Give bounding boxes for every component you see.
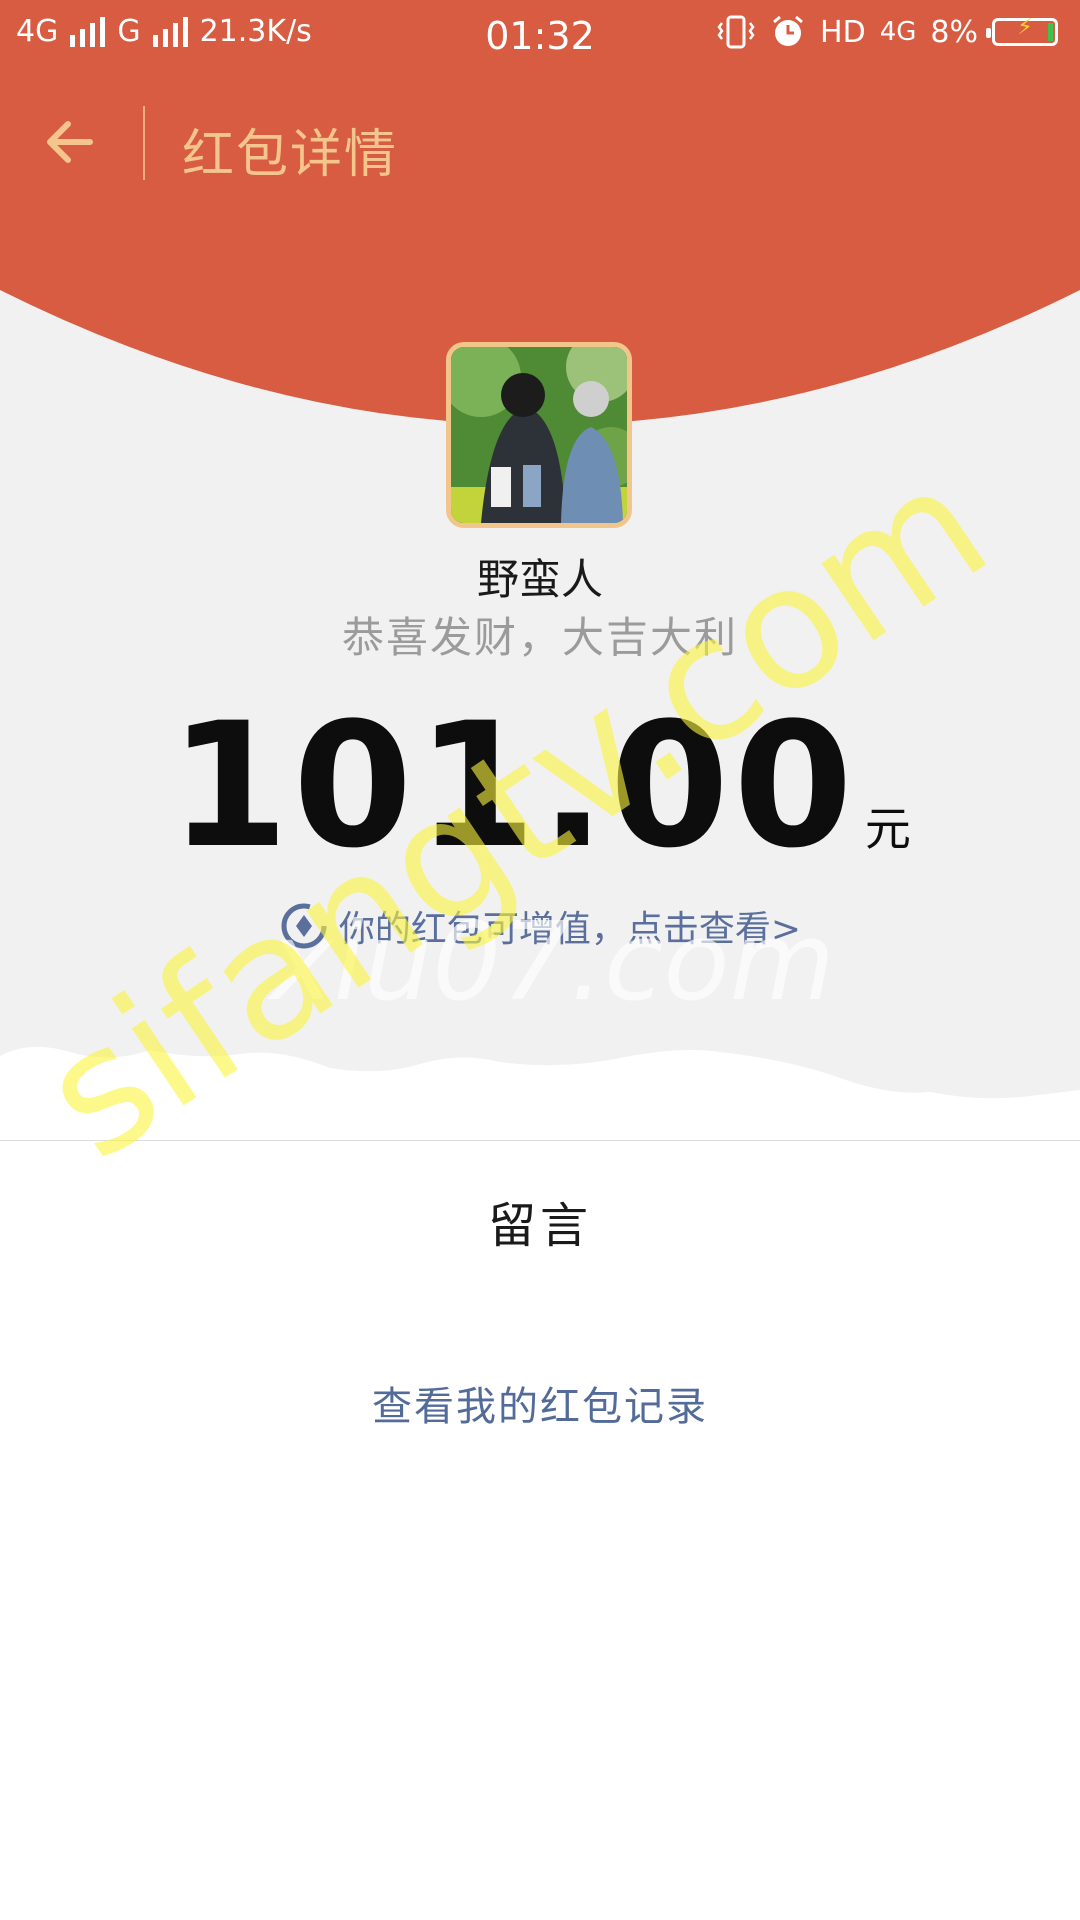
grow-link[interactable]: 你的红包可增值，点击查看> <box>0 900 1080 952</box>
amount-unit: 元 <box>864 802 911 856</box>
battery-icon: ⚡ <box>986 15 1058 46</box>
grow-link-text: 你的红包可增值，点击查看> <box>338 909 802 950</box>
hd-label: HD <box>820 14 866 50</box>
nav-divider <box>143 106 145 180</box>
message-section-title: 留言 <box>487 1198 592 1254</box>
section-divider <box>0 1140 1080 1141</box>
alarm-icon <box>773 15 803 46</box>
avatar[interactable] <box>446 342 632 528</box>
torn-paper-edge <box>0 1046 1080 1150</box>
amount-value: 101.00 <box>169 685 857 886</box>
back-arrow-icon <box>47 121 93 163</box>
amount-row: 101.00 元 <box>0 700 1080 872</box>
coin-icon <box>281 903 327 949</box>
battery-percent: 8% <box>930 14 978 50</box>
greeting-message: 恭喜发财，大吉大利 <box>341 613 738 662</box>
page-title: 红包详情 <box>182 125 399 185</box>
sender-name: 野蛮人 <box>476 555 603 604</box>
back-button[interactable] <box>40 110 104 174</box>
view-records-link[interactable]: 查看我的红包记录 <box>0 1374 1080 1432</box>
network-type-right: 4G <box>879 17 917 47</box>
status-bar: 4G G 21.3K/s 01:32 HD 4G 8% ⚡ <box>0 0 1080 76</box>
avatar-photo <box>451 347 627 523</box>
vibrate-icon <box>717 15 755 49</box>
